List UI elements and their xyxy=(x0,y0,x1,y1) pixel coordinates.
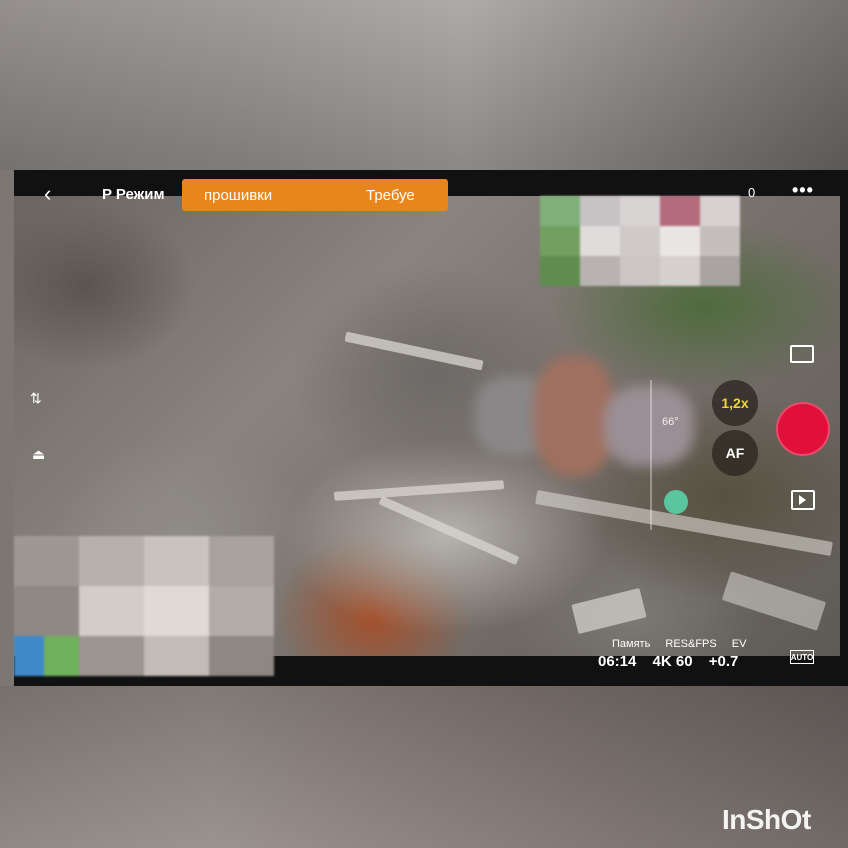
debris xyxy=(571,587,647,635)
censor-block-bottom-left xyxy=(14,536,274,686)
auto-badge[interactable]: AUTO xyxy=(790,650,814,664)
blurred-background-top xyxy=(0,0,848,170)
debris xyxy=(378,495,520,566)
status-label-resfps: RES&FPS xyxy=(665,638,717,650)
flight-mode-label[interactable]: P Режим xyxy=(102,186,165,203)
exposure-slider[interactable] xyxy=(650,380,652,530)
more-dots-icon[interactable]: ••• xyxy=(792,180,814,201)
status-value-resfps: 4K 60 xyxy=(652,653,693,670)
gimbal-icon[interactable]: ⇅ xyxy=(30,390,42,407)
debris xyxy=(721,571,827,631)
exposure-handle[interactable] xyxy=(664,490,688,514)
photo-mode-icon[interactable] xyxy=(790,345,814,363)
record-icon[interactable] xyxy=(776,402,830,456)
blurred-background-bottom xyxy=(0,686,848,848)
status-label-memory: Память xyxy=(612,638,651,650)
status-values[interactable]: 06:14 4K 60 +0.7 xyxy=(598,653,750,670)
chevron-left-icon[interactable]: ‹ xyxy=(44,183,64,205)
debris xyxy=(333,480,505,501)
signal-indicator: 0 xyxy=(748,185,756,200)
inshot-watermark: InShOt xyxy=(722,804,811,835)
landing-icon[interactable]: ⏏ xyxy=(32,446,45,463)
zoom-button[interactable]: 1,2x xyxy=(712,380,758,426)
firmware-banner[interactable]: прошивки Требуе xyxy=(182,179,448,211)
status-labels: Память RES&FPS EV xyxy=(612,638,758,650)
status-value-memory: 06:14 xyxy=(598,653,637,670)
autofocus-button[interactable]: AF xyxy=(712,430,758,476)
status-label-ev: EV xyxy=(731,638,747,650)
debris xyxy=(344,331,484,371)
playback-icon[interactable] xyxy=(791,490,815,510)
banner-left-text: прошивки xyxy=(204,187,273,204)
banner-right-text: Требуе xyxy=(366,187,415,204)
status-value-ev: +0.7 xyxy=(708,653,739,670)
gimbal-angle-readout: 66° xyxy=(662,416,679,428)
camera-feed xyxy=(14,196,840,676)
